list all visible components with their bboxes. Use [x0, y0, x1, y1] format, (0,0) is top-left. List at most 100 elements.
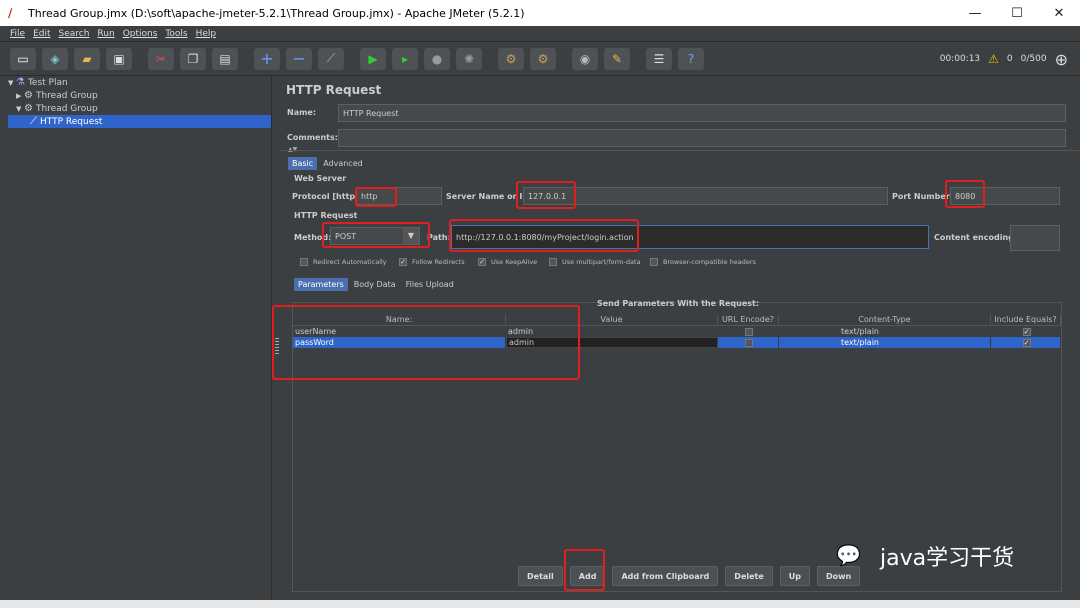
collapse-arrow-icon[interactable]: ▶: [16, 92, 24, 100]
new-icon[interactable]: ▭: [10, 47, 36, 70]
watermark-text: java学习干货: [880, 546, 1015, 571]
save-icon[interactable]: ▣: [106, 47, 132, 70]
gear-icon: ⚙: [24, 90, 33, 101]
test-plan-tree: ▼ ⚗ Test Plan ▶ ⚙ Thread Group ▼ ⚙ Threa…: [0, 76, 272, 600]
checkbox-label: Follow Redirects: [412, 258, 465, 266]
clear-icon[interactable]: ⚙: [498, 47, 524, 70]
checkmark-icon: ✓: [1022, 327, 1031, 336]
flask-icon: ⚗: [16, 77, 25, 88]
menu-options[interactable]: Options: [123, 29, 158, 39]
active-threads: 0/500: [1020, 54, 1047, 64]
parameter-tabs: Parameters Body Data Files Upload: [294, 278, 460, 291]
start-no-pause-icon[interactable]: ▸: [392, 47, 418, 70]
elapsed-timer: 00:00:13: [939, 54, 981, 64]
tree-node-label: Thread Group: [35, 103, 98, 114]
expand-icon[interactable]: +: [254, 47, 280, 70]
highlight-server: [516, 181, 576, 209]
help-icon[interactable]: ?: [678, 47, 704, 70]
title-bar: ∕ Thread Group.jmx (D:\soft\apache-jmete…: [0, 0, 1080, 26]
open-icon[interactable]: ▰: [74, 47, 100, 70]
templates-icon[interactable]: ◈: [42, 47, 68, 70]
expand-arrow-icon[interactable]: ▼: [8, 79, 16, 87]
tree-node-http-request[interactable]: ⟋ HTTP Request: [8, 115, 271, 128]
checkbox-label: Browser-compatible headers: [663, 258, 756, 266]
toggle-icon[interactable]: ⟋: [318, 47, 344, 70]
checkmark-icon: ✓: [399, 258, 407, 266]
tab-advanced[interactable]: Advanced: [319, 157, 367, 170]
jmeter-feather-icon: ∕: [8, 6, 13, 20]
server-name-field[interactable]: 127.0.0.1: [523, 187, 888, 205]
paste-icon[interactable]: ▤: [212, 47, 238, 70]
menu-run[interactable]: Run: [97, 29, 114, 39]
name-label: Name:: [287, 108, 317, 117]
window-title: Thread Group.jmx (D:\soft\apache-jmeter-…: [28, 6, 525, 20]
tree-node-test-plan[interactable]: ▼ ⚗ Test Plan: [8, 76, 68, 89]
tree-node-thread-group-2[interactable]: ▼ ⚙ Thread Group: [16, 102, 98, 115]
start-icon[interactable]: ▶: [360, 47, 386, 70]
checkmark-icon: ✓: [1022, 338, 1031, 347]
gear-icon: ⚙: [24, 103, 33, 114]
jmeter-window: ∕ Thread Group.jmx (D:\soft\apache-jmete…: [0, 0, 1080, 608]
follow-redirects-checkbox[interactable]: ✓ Follow Redirects: [399, 258, 465, 266]
menu-edit[interactable]: Edit: [33, 29, 50, 39]
up-button[interactable]: Up: [779, 566, 811, 586]
checkbox-box-icon: [300, 258, 308, 266]
detail-button[interactable]: Detail: [518, 566, 563, 586]
cut-icon[interactable]: ✂: [148, 47, 174, 70]
column-content-type[interactable]: Content-Type: [779, 315, 991, 326]
menu-file[interactable]: File: [10, 29, 25, 39]
tab-body-data[interactable]: Body Data: [350, 278, 400, 291]
web-server-section-label: Web Server: [294, 174, 347, 183]
function-helper-icon[interactable]: ☰: [646, 47, 672, 70]
tab-files-upload[interactable]: Files Upload: [402, 278, 458, 291]
checkbox-box-icon: [745, 327, 753, 336]
browser-compatible-checkbox[interactable]: Browser-compatible headers: [650, 258, 756, 266]
minimize-button[interactable]: —: [954, 6, 996, 21]
maximize-button[interactable]: ☐: [996, 6, 1038, 21]
highlight-parameters: [272, 305, 580, 380]
tree-node-thread-group-1[interactable]: ▶ ⚙ Thread Group: [16, 89, 98, 102]
highlight-path: [449, 219, 639, 252]
splitter[interactable]: [280, 150, 1080, 151]
toolbar: ▭ ◈ ▰ ▣ ✂ ❐ ▤ + − ⟋ ▶ ▸ ● ✺ ⚙ ⚙ ◉ ✎ ☰ ? …: [0, 42, 1080, 76]
menu-help[interactable]: Help: [196, 29, 217, 39]
copy-icon[interactable]: ❐: [180, 47, 206, 70]
checkbox-box-icon: [549, 258, 557, 266]
name-field[interactable]: HTTP Request: [338, 104, 1066, 122]
param-content-type[interactable]: text/plain: [779, 337, 991, 348]
tree-node-label: Thread Group: [35, 90, 98, 101]
reset-search-icon[interactable]: ✎: [604, 47, 630, 70]
delete-button[interactable]: Delete: [725, 566, 773, 586]
add-from-clipboard-button[interactable]: Add from Clipboard: [612, 566, 719, 586]
warning-icon[interactable]: ⚠: [988, 52, 999, 66]
close-button[interactable]: ✕: [1038, 6, 1080, 21]
menu-tools[interactable]: Tools: [165, 29, 187, 39]
tab-parameters[interactable]: Parameters: [294, 278, 348, 291]
use-keepalive-checkbox[interactable]: ✓ Use KeepAlive: [478, 258, 537, 266]
port-label: Port Number:: [892, 192, 953, 201]
url-encode-cell[interactable]: [718, 337, 779, 348]
include-equals-cell[interactable]: ✓: [991, 326, 1061, 337]
clear-all-icon[interactable]: ⚙: [530, 47, 556, 70]
redirect-automatically-checkbox[interactable]: Redirect Automatically: [300, 258, 387, 266]
param-content-type[interactable]: text/plain: [779, 326, 991, 337]
include-equals-cell[interactable]: ✓: [991, 337, 1061, 348]
checkbox-label: Use multipart/form-data: [562, 258, 641, 266]
checkmark-icon: ✓: [478, 258, 486, 266]
menu-search[interactable]: Search: [59, 29, 90, 39]
column-include-equals[interactable]: Include Equals?: [991, 315, 1061, 326]
content-encoding-field[interactable]: [1010, 225, 1060, 251]
stop-icon[interactable]: ●: [424, 47, 450, 70]
url-encode-cell[interactable]: [718, 326, 779, 337]
highlight-add: [564, 549, 605, 591]
remote-start-icon[interactable]: ⊕: [1055, 50, 1068, 69]
search-icon[interactable]: ◉: [572, 47, 598, 70]
tab-basic[interactable]: Basic: [288, 157, 318, 170]
column-url-encode[interactable]: URL Encode?: [718, 315, 779, 326]
expand-arrow-icon[interactable]: ▼: [16, 105, 24, 113]
collapse-icon[interactable]: −: [286, 47, 312, 70]
panel-title: HTTP Request: [286, 83, 382, 97]
shutdown-icon[interactable]: ✺: [456, 47, 482, 70]
comments-field[interactable]: [338, 129, 1066, 147]
multipart-checkbox[interactable]: Use multipart/form-data: [549, 258, 640, 266]
